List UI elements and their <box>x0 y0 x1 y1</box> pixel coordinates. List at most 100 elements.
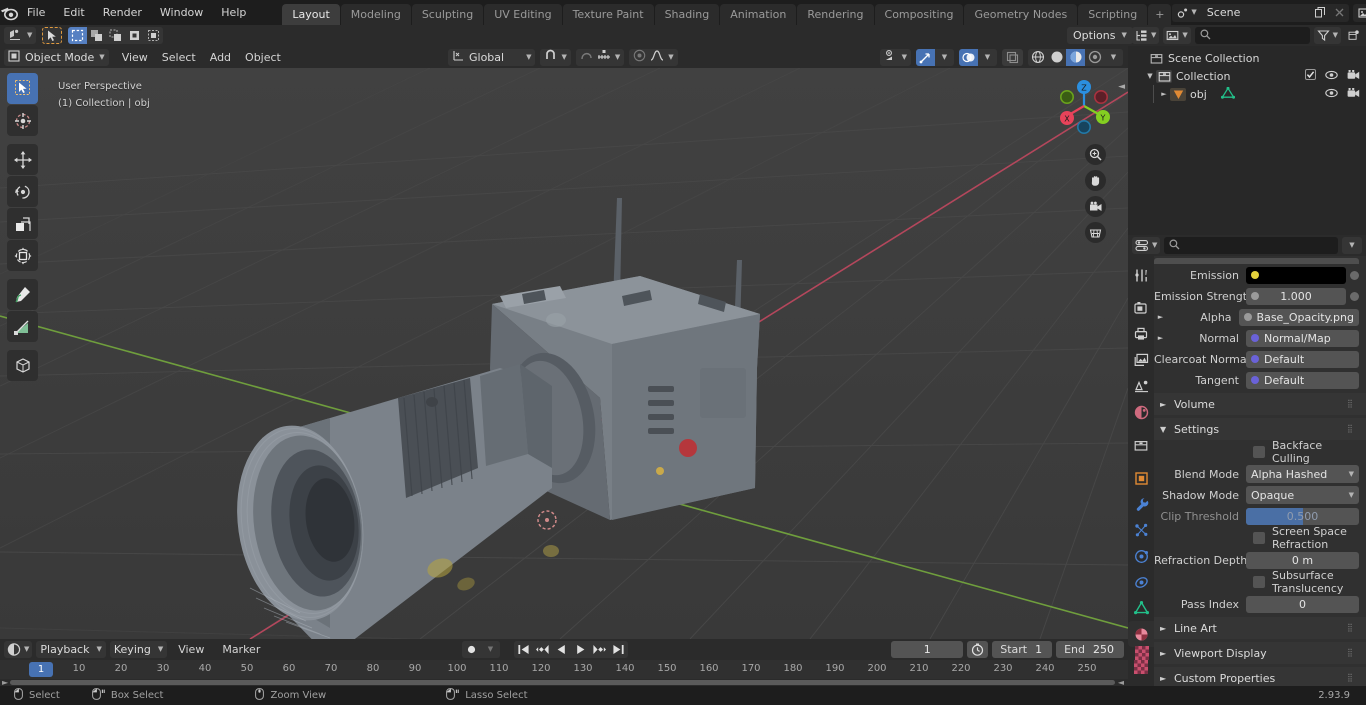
viewport-sidebar-toggle-icon[interactable]: ◄ <box>1118 82 1125 92</box>
filter-funnel-icon[interactable]: ▼ <box>1313 27 1341 44</box>
tab-layout[interactable]: Layout <box>282 4 340 25</box>
shadow-mode-row[interactable]: Shadow Mode Opaque ▼ <box>1154 485 1359 505</box>
measure-tool[interactable] <box>7 311 38 342</box>
eye-icon[interactable] <box>1325 88 1338 101</box>
camera-render-icon[interactable] <box>1347 69 1360 83</box>
select-box-icon[interactable] <box>68 27 88 44</box>
timeline-edit or-icon[interactable]: ▼ <box>4 641 33 658</box>
select-invert-icon[interactable] <box>125 27 145 44</box>
menu-help[interactable]: Help <box>212 4 255 22</box>
tab-animation[interactable]: Animation <box>720 4 797 25</box>
gizmo-icon[interactable] <box>916 48 935 66</box>
overlay-options-chevron-icon[interactable]: ▼ <box>978 48 997 66</box>
proportional-edit-group[interactable]: ▼ <box>575 48 625 66</box>
navigation-gizmo[interactable]: Z Y X <box>1053 75 1115 137</box>
cursor-tool[interactable] <box>7 105 38 136</box>
transform-orientation-dropdown[interactable]: Global ▼ <box>448 48 536 66</box>
property-row[interactable]: Tangent Default <box>1154 370 1359 390</box>
frame-start-field[interactable]: Start 1 <box>992 641 1053 658</box>
blend-mode-row[interactable]: Blend Mode Alpha Hashed ▼ <box>1154 464 1359 484</box>
render-tab[interactable] <box>1128 295 1154 321</box>
clip-threshold-row[interactable]: Clip Threshold 0.500 <box>1154 506 1359 526</box>
texture-tab-bottom-icon[interactable] <box>1133 644 1151 662</box>
particles-tab[interactable] <box>1128 517 1154 543</box>
list-item[interactable]: ▼ Collection <box>1128 67 1366 85</box>
checkbox-exclude[interactable] <box>1305 69 1316 83</box>
viewport-menu-select[interactable]: Select <box>155 49 203 66</box>
jump-end-icon[interactable] <box>609 641 628 658</box>
backface-culling-checkbox[interactable] <box>1253 446 1265 458</box>
refraction-depth-row[interactable]: Refraction Depth 0 m <box>1154 550 1359 570</box>
scale-tool[interactable] <box>7 208 38 239</box>
subsurface-translucency-row[interactable]: Subsurface Translucency <box>1154 569 1359 595</box>
chevron-right-icon[interactable]: ► <box>1158 90 1170 98</box>
shading-wireframe-icon[interactable] <box>1028 48 1047 66</box>
timeline-scrubbing-area[interactable]: 10 20 30 40 50 60 70 80 90 100 110 120 1… <box>0 660 1128 679</box>
zoom-icon[interactable] <box>1085 144 1106 165</box>
proportional-edit-icon[interactable] <box>580 49 593 65</box>
play-reverse-icon[interactable] <box>552 641 571 658</box>
panel-header-settings[interactable]: ▼ Settings ⣿ <box>1154 418 1366 440</box>
normal-link-field[interactable]: Normal/Map <box>1246 329 1359 347</box>
tweak-select-tool[interactable] <box>7 73 38 104</box>
scene-icon[interactable]: ▼ <box>1172 3 1201 22</box>
blender-logo-icon[interactable] <box>0 0 18 25</box>
view-layer-icon[interactable]: ▼ <box>1352 3 1366 22</box>
collection-tab[interactable] <box>1128 432 1154 458</box>
emission-strength-field[interactable]: 1.000 <box>1246 287 1346 305</box>
viewport-menu-object[interactable]: Object <box>238 49 288 66</box>
property-row[interactable]: Clearcoat Normal Default <box>1154 349 1359 369</box>
editor-type-3dview-icon[interactable]: ▼ <box>4 27 37 44</box>
jump-start-icon[interactable] <box>514 641 533 658</box>
x-icon[interactable] <box>1329 3 1349 22</box>
view-layer-selector[interactable]: ▼ View Layer <box>1352 3 1366 22</box>
menu-window[interactable]: Window <box>151 4 212 22</box>
shading-options-chevron-icon[interactable]: ▼ <box>1104 48 1123 66</box>
playback-menu[interactable]: Playback ▼ <box>36 641 106 658</box>
playhead[interactable]: 1 <box>29 662 53 677</box>
camera-view-icon[interactable] <box>1085 196 1106 217</box>
backface-culling-row[interactable]: Backface Culling <box>1154 439 1359 465</box>
panel-header-volume[interactable]: ► Volume ⣿ <box>1154 393 1366 415</box>
shading-material-icon[interactable] <box>1066 48 1085 66</box>
pass-index-row[interactable]: Pass Index 0 <box>1154 594 1359 614</box>
object-tab[interactable] <box>1128 465 1154 491</box>
overlays-icon[interactable] <box>959 48 978 66</box>
timeline-menu-view[interactable]: View <box>171 641 211 658</box>
list-item[interactable]: ► obj <box>1128 85 1366 103</box>
property-row[interactable]: Emission Strengt 1.000 <box>1154 286 1359 306</box>
tool-tab[interactable] <box>1128 262 1154 288</box>
transform-tool[interactable] <box>7 240 38 271</box>
tab-compositing[interactable]: Compositing <box>874 4 964 25</box>
world-tab[interactable] <box>1128 399 1154 425</box>
pass-index-field[interactable]: 0 <box>1246 595 1359 613</box>
3d-viewport[interactable]: User Perspective (1) Collection | obj Z … <box>0 68 1128 639</box>
chevron-down-icon[interactable]: ▼ <box>1144 72 1156 80</box>
property-row[interactable]: ► Alpha Base_Opacity.png <box>1154 307 1359 327</box>
property-row[interactable]: ► Normal Normal/Map <box>1154 328 1359 348</box>
mesh-data-icon[interactable] <box>1220 86 1235 102</box>
annotate-tool[interactable] <box>7 279 38 310</box>
screen-space-refraction-row[interactable]: Screen Space Refraction <box>1154 525 1359 551</box>
keying-menu[interactable]: Keying ▼ <box>109 641 168 658</box>
timeline-menu-marker[interactable]: Marker <box>215 641 267 658</box>
jump-next-keyframe-icon[interactable] <box>590 641 609 658</box>
modifiers-tab[interactable] <box>1128 491 1154 517</box>
auto-keying-record-icon[interactable] <box>462 641 481 658</box>
scene-tab[interactable] <box>1128 373 1154 399</box>
tab-texture-paint[interactable]: Texture Paint <box>562 4 654 25</box>
tab-uv-editing[interactable]: UV Editing <box>484 4 562 25</box>
tab-sculpting[interactable]: Sculpting <box>411 4 484 25</box>
rotate-tool[interactable] <box>7 176 38 207</box>
panel-header-line-art[interactable]: ► Line Art ⣿ <box>1154 617 1366 639</box>
snap-toggle[interactable]: ▼ <box>540 48 571 66</box>
refraction-depth-field[interactable]: 0 m <box>1246 551 1359 569</box>
proportional-circle-icon[interactable] <box>633 49 646 65</box>
emission-color-field[interactable] <box>1246 266 1346 284</box>
outliner-view-icon[interactable]: ▼ <box>1132 27 1160 44</box>
tab-rendering[interactable]: Rendering <box>797 4 874 25</box>
physics-tab[interactable] <box>1128 543 1154 569</box>
auto-keying-options-chevron-icon[interactable]: ▼ <box>481 641 500 658</box>
output-tab[interactable] <box>1128 321 1154 347</box>
add-cube-tool[interactable] <box>7 350 38 381</box>
